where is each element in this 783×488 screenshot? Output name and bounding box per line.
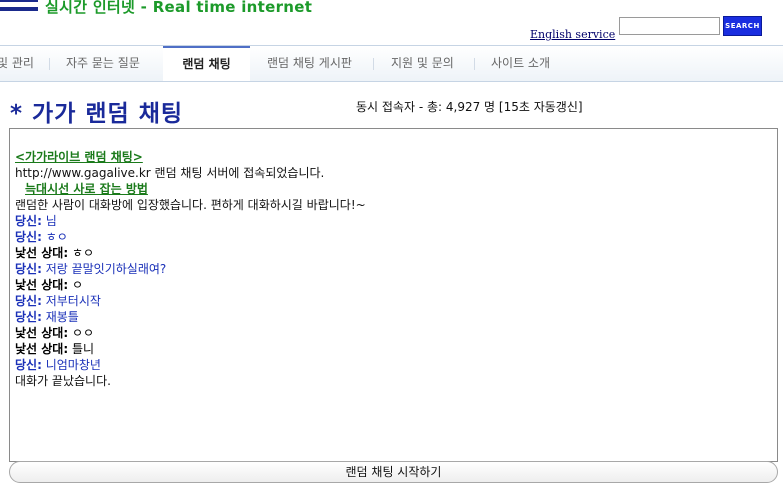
logo-flag-icon: [0, 0, 38, 12]
message-text: 재봉틀: [41, 310, 79, 324]
chat-message: 낯선 상대: 틀니: [15, 341, 777, 357]
message-text: 저랑 끝말잇기하실래여?: [41, 262, 167, 276]
me-label: 당신:: [15, 262, 42, 276]
stranger-label: 낯선 상대:: [15, 342, 69, 356]
chat-message: 당신: ㅎㅇ: [15, 229, 777, 245]
message-text: 님: [41, 214, 57, 228]
nav-item-random-chat[interactable]: 랜덤 채팅: [163, 46, 250, 81]
stranger-label: 낯선 상대:: [15, 246, 69, 260]
me-label: 당신:: [15, 214, 42, 228]
concurrent-users-status: 동시 접속자 - 총: 4,927 명 [15초 자동갱신]: [356, 100, 583, 114]
start-random-chat-button[interactable]: 랜덤 채팅 시작하기: [9, 461, 778, 483]
stranger-label: 낯선 상대:: [15, 326, 69, 340]
stranger-label: 낯선 상대:: [15, 278, 69, 292]
chat-log[interactable]: <가가라이브 랜덤 채팅> http://www.gagalive.kr 랜덤 …: [9, 128, 778, 462]
chat-message: 낯선 상대: ㅇㅇ: [15, 325, 777, 341]
message-text: ㅇㅇ: [68, 326, 95, 340]
welcome-message: 랜덤한 사람이 대화방에 입장했습니다. 편하게 대화하시길 바랍니다!~: [15, 198, 366, 212]
nav-item-faq[interactable]: 자주 묻는 질문: [66, 46, 140, 81]
connect-message: http://www.gagalive.kr 랜덤 채팅 서버에 접속되었습니다…: [15, 166, 325, 180]
english-service-link[interactable]: English service: [530, 28, 615, 41]
me-label: 당신:: [15, 310, 42, 324]
page-title: * 가가 랜덤 채팅: [10, 101, 184, 127]
gagalive-link[interactable]: <가가라이브 랜덤 채팅>: [15, 150, 143, 164]
chat-message: 당신: 재봉틀: [15, 309, 777, 325]
site-title: 실시간 인터넷 - Real time internet: [45, 0, 313, 16]
search-input[interactable]: [619, 17, 720, 35]
search-button[interactable]: SEARCH: [723, 16, 762, 36]
promo-link[interactable]: 늑대시선 사로 잡는 방법: [15, 182, 148, 196]
message-text: 틀니: [68, 342, 95, 356]
main-nav: 및 관리 자주 묻는 질문 랜덤 채팅 랜덤 채팅 게시판 지원 및 문의 사이…: [0, 45, 783, 82]
end-message: 대화가 끝났습니다.: [15, 374, 111, 388]
nav-divider: [49, 58, 50, 70]
chat-message: 당신: 니엄마창년: [15, 357, 777, 373]
chat-message: 낯선 상대: ㅎㅇ: [15, 245, 777, 261]
me-label: 당신:: [15, 358, 42, 372]
chat-message: 낯선 상대: ㅇ: [15, 277, 777, 293]
nav-divider: [474, 58, 475, 70]
message-text: 저부터시작: [41, 294, 101, 308]
chat-message: 당신: 저랑 끝말잇기하실래여?: [15, 261, 777, 277]
me-label: 당신:: [15, 230, 42, 244]
message-text: ㅇ: [68, 278, 83, 292]
nav-item-random-chat-board[interactable]: 랜덤 채팅 게시판: [267, 46, 352, 81]
chat-message: 당신: 님: [15, 213, 777, 229]
nav-item-management[interactable]: 및 관리: [0, 46, 34, 81]
me-label: 당신:: [15, 294, 42, 308]
message-text: ㅎㅇ: [41, 230, 68, 244]
message-text: ㅎㅇ: [68, 246, 95, 260]
nav-item-support[interactable]: 지원 및 문의: [391, 46, 454, 81]
nav-divider: [373, 58, 374, 70]
nav-item-about[interactable]: 사이트 소개: [491, 46, 550, 81]
message-text: 니엄마창년: [41, 358, 101, 372]
chat-message: 당신: 저부터시작: [15, 293, 777, 309]
